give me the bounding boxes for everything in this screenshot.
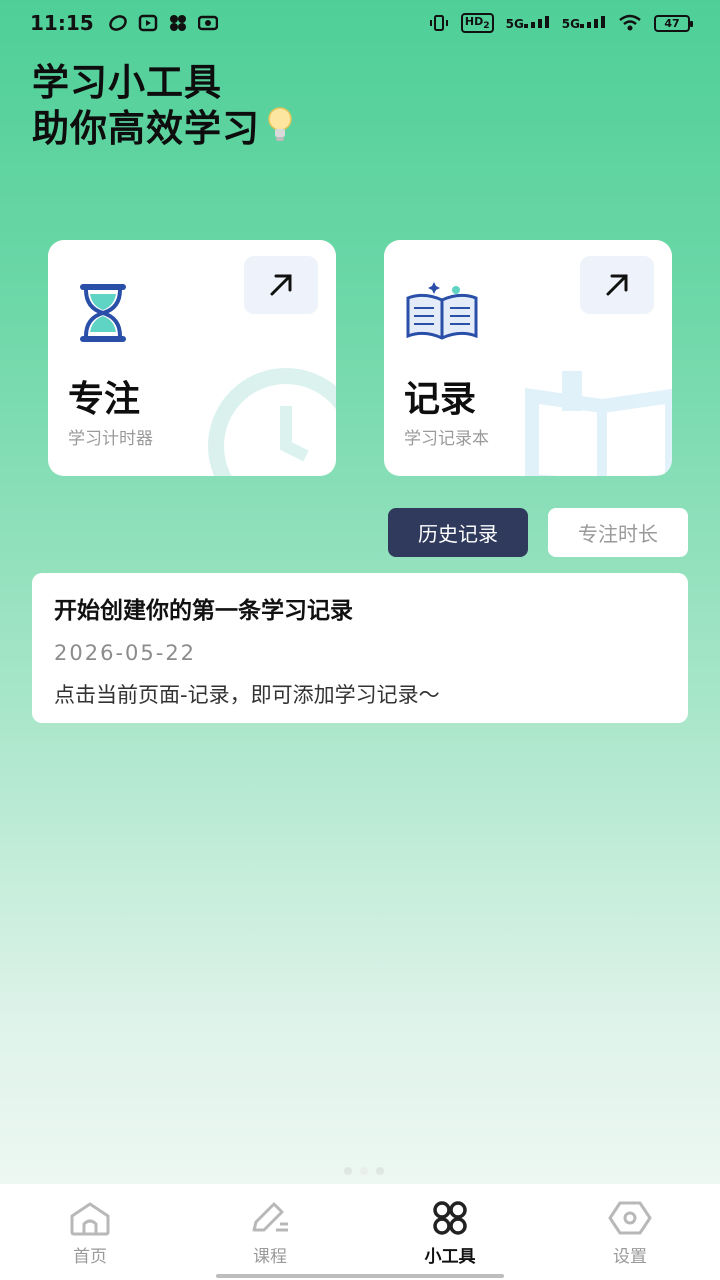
open-focus-button[interactable]	[244, 256, 318, 314]
fan-app-icon	[169, 15, 186, 31]
record-entry-date: 2026-05-22	[54, 641, 197, 665]
battery-icon: 47	[654, 14, 693, 32]
nav-item-settings[interactable]: 设置	[540, 1184, 720, 1280]
record-subtitle: 学习记录本	[404, 429, 489, 449]
nav-item-courses[interactable]: 课程	[180, 1184, 360, 1280]
nav-label-courses: 课程	[253, 1247, 287, 1267]
signal-5g-2: 5G	[562, 15, 606, 31]
home-indicator[interactable]	[216, 1274, 504, 1278]
arrow-up-right-icon	[270, 274, 292, 296]
tab-history[interactable]: 历史记录	[388, 508, 528, 557]
nav-label-settings: 设置	[613, 1247, 647, 1267]
tab-focus-duration[interactable]: 专注时长	[548, 508, 688, 557]
signal-bars-icon	[523, 15, 549, 28]
focus-card[interactable]: 专注 学习计时器	[48, 240, 336, 476]
record-title: 记录	[404, 379, 477, 420]
page-dot	[376, 1167, 384, 1175]
heading-line-1: 学习小工具	[32, 61, 222, 104]
signal-5g-1: 5G	[506, 15, 550, 31]
hd-indicator: HD2	[460, 12, 494, 34]
signal-bars-icon	[580, 15, 605, 28]
nav-label-home: 首页	[73, 1247, 107, 1267]
lightbulb-icon	[266, 106, 294, 155]
hourglass-icon	[80, 284, 126, 342]
video-app-icon	[138, 14, 157, 32]
page-heading: 学习小工具 助你高效学习	[32, 60, 294, 155]
focus-subtitle: 学习计时器	[68, 429, 153, 449]
nav-item-home[interactable]: 首页	[0, 1184, 180, 1280]
money-app-icon	[197, 15, 218, 31]
arrow-up-right-icon	[606, 274, 628, 296]
book-watermark-icon	[525, 371, 672, 476]
page-dot	[360, 1167, 368, 1175]
app-notification-icon	[108, 15, 127, 31]
wifi-icon	[619, 14, 641, 31]
focus-title: 专注	[68, 379, 141, 420]
home-icon	[70, 1202, 110, 1236]
page-dot	[344, 1167, 352, 1175]
tools-grid-icon	[433, 1201, 467, 1235]
heading-line-2: 助你高效学习	[32, 106, 294, 155]
record-card[interactable]: 记录 学习记录本	[384, 240, 672, 476]
nav-item-tools[interactable]: 小工具	[360, 1184, 540, 1280]
record-entry-title: 开始创建你的第一条学习记录	[54, 598, 353, 624]
pencil-icon	[252, 1202, 288, 1232]
list-item[interactable]: 开始创建你的第一条学习记录 2026-05-22 点击当前页面-记录，即可添加学…	[32, 573, 688, 723]
bottom-navigation: 首页 课程 小工具 设置	[0, 1184, 720, 1280]
open-book-icon	[406, 282, 478, 340]
settings-hexagon-icon	[608, 1201, 652, 1235]
status-bar: 11:15 HD2 5G 5G 47	[0, 0, 720, 46]
status-time: 11:15	[30, 11, 94, 35]
nav-label-tools: 小工具	[424, 1247, 476, 1267]
clock-watermark-icon	[208, 368, 336, 476]
record-entry-description: 点击当前页面-记录，即可添加学习记录～	[54, 683, 440, 707]
page-indicator	[344, 1167, 384, 1175]
open-record-button[interactable]	[580, 256, 654, 314]
vibrate-icon	[429, 15, 448, 31]
